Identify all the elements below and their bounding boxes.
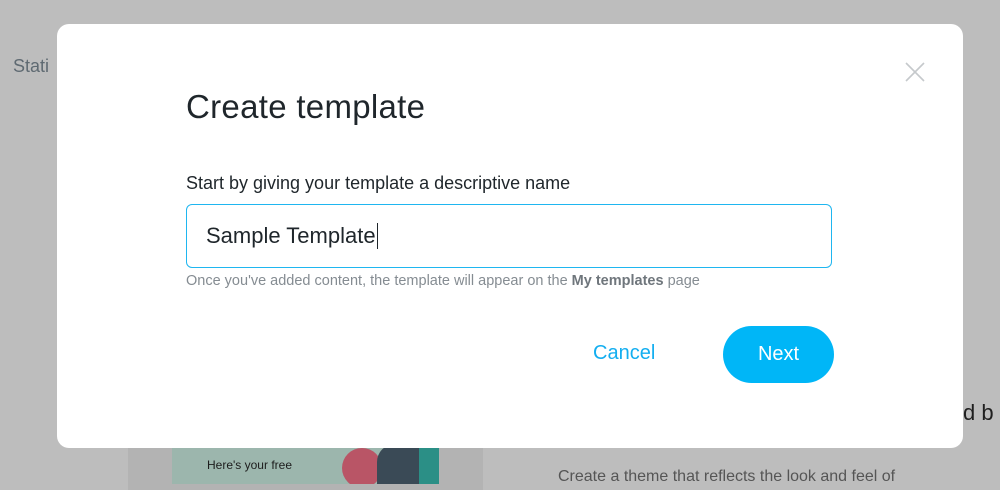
template-name-label: Start by giving your template a descript… [186,173,571,193]
text-caret [376,223,379,249]
hint-my-templates: My templates [571,273,664,289]
template-name-value: Sample Template [206,223,376,248]
background-status-text: Stati [13,56,50,76]
hint-suffix: page [663,273,700,289]
hint-prefix: Once you've added content, the template … [186,273,572,289]
background-ball-shape [342,448,382,484]
template-name-hint: Once you've added content, the template … [186,273,700,289]
cancel-button[interactable]: Cancel [593,342,655,365]
close-icon[interactable] [902,59,928,85]
template-name-input[interactable]: Sample Template [186,204,832,268]
background-body-text: Create a theme that reflects the look an… [558,468,896,485]
next-button[interactable]: Next [723,326,834,383]
background-heading: d b [963,400,994,425]
dialog-title: Create template [186,88,426,125]
create-template-dialog: Create template Start by giving your tem… [57,24,963,448]
background-teal-shape [419,444,439,484]
background-promo-image: Here's your free [172,444,439,484]
background-promo-text: Here's your free [207,458,292,472]
